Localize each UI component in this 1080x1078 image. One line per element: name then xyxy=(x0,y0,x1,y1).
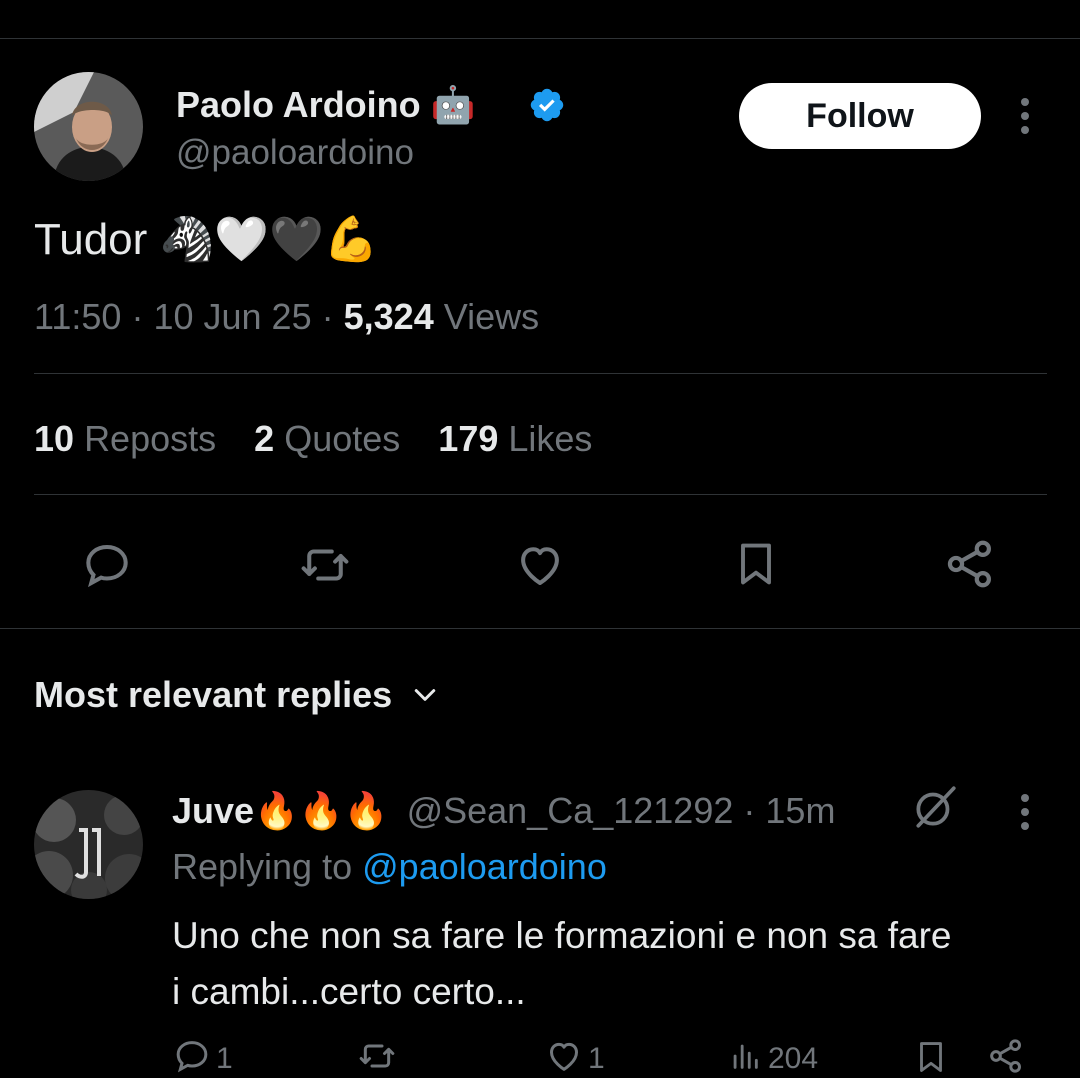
reply-like-button[interactable]: 1 xyxy=(544,1036,605,1076)
tweet-time[interactable]: 11:50 xyxy=(34,296,121,337)
more-options-icon[interactable] xyxy=(1012,96,1038,136)
reply-text: Uno che non sa fare le formazioni e non … xyxy=(172,908,952,1020)
stats-top-divider xyxy=(34,373,1047,374)
reply-repost-button[interactable] xyxy=(356,1036,398,1076)
author-avatar[interactable] xyxy=(34,72,143,181)
quotes-stat[interactable]: 2 Quotes xyxy=(254,418,410,459)
views-count: 5,324 xyxy=(343,296,434,337)
reply-views-button[interactable]: 204 xyxy=(728,1036,818,1076)
reply-comment-count: 1 xyxy=(216,1042,233,1075)
bookmark-icon[interactable] xyxy=(730,535,782,593)
replies-sort-dropdown[interactable]: Most relevant replies xyxy=(34,674,440,716)
verified-badge-icon xyxy=(528,86,566,124)
reply-comment-button[interactable]: 1 xyxy=(172,1036,233,1076)
author-name-text[interactable]: Paolo Ardoino xyxy=(176,84,421,125)
fire-emojis: 🔥🔥🔥 xyxy=(254,790,389,831)
reply-like-count: 1 xyxy=(588,1042,605,1075)
reply-separator: · xyxy=(743,790,756,831)
reply-bookmark-icon xyxy=(920,1042,942,1072)
reply-text-line: i cambi...certo certo... xyxy=(172,971,526,1012)
tweet-text: Tudor 🦓🤍🖤💪 xyxy=(34,213,379,265)
replies-sort-label: Most relevant replies xyxy=(34,674,393,715)
section-divider xyxy=(0,628,1080,629)
meta-separator: · xyxy=(321,296,334,337)
reply-header: Juve🔥🔥🔥 @Sean_Ca_121292 · 15m xyxy=(172,790,835,832)
tweet-emojis: 🦓🤍🖤💪 xyxy=(159,215,379,264)
replying-to-handle[interactable]: @paoloardoino xyxy=(362,846,607,887)
reply-comment-icon xyxy=(176,1041,208,1073)
stats-row: 10 Reposts 2 Quotes 179 Likes xyxy=(34,418,592,460)
likes-count: 179 xyxy=(438,418,499,459)
reposts-count: 10 xyxy=(34,418,75,459)
tweet-date[interactable]: 10 Jun 25 xyxy=(153,296,311,337)
quotes-count: 2 xyxy=(254,418,275,459)
tweet-text-body: Tudor xyxy=(34,215,148,264)
reply-author-name[interactable]: Juve xyxy=(172,790,254,831)
reply-avatar[interactable] xyxy=(34,790,143,899)
reply-author-handle[interactable]: @Sean_Ca_121292 xyxy=(407,790,734,831)
replying-to: Replying to @paoloardoino xyxy=(172,846,607,888)
reply-repost-icon xyxy=(359,1044,395,1068)
chevron-down-icon xyxy=(410,680,440,710)
reply-time[interactable]: 15m xyxy=(765,790,835,831)
reply-views-count: 204 xyxy=(768,1042,819,1075)
views-label: Views xyxy=(443,296,540,337)
likes-stat[interactable]: 179 Likes xyxy=(438,418,592,459)
reposts-label: Reposts xyxy=(84,418,217,459)
views-chart-icon xyxy=(733,1044,758,1069)
reply-bookmark-button[interactable] xyxy=(912,1036,950,1078)
robot-emoji: 🤖 xyxy=(430,84,476,125)
share-icon[interactable] xyxy=(942,536,998,592)
reply-action-bar: 1 1 204 xyxy=(172,1036,1052,1076)
author-name[interactable]: Paolo Ardoino 🤖 xyxy=(176,84,476,126)
reply-more-options-icon[interactable] xyxy=(1012,792,1038,832)
reply-text-line: Uno che non sa fare le formazioni e non … xyxy=(172,915,952,956)
replying-to-prefix: Replying to xyxy=(172,846,353,887)
follow-button[interactable]: Follow xyxy=(739,83,981,149)
reply-icon[interactable] xyxy=(80,538,134,592)
like-icon[interactable] xyxy=(513,538,567,592)
likes-label: Likes xyxy=(508,418,593,459)
author-handle[interactable]: @paoloardoino xyxy=(176,133,414,173)
reposts-stat[interactable]: 10 Reposts xyxy=(34,418,226,459)
stats-bottom-divider xyxy=(34,494,1047,495)
repost-icon[interactable] xyxy=(296,538,354,592)
quotes-label: Quotes xyxy=(284,418,401,459)
tweet-meta: 11:50 · 10 Jun 25 · 5,324 Views xyxy=(34,296,539,338)
reply-like-icon xyxy=(550,1042,578,1071)
reply-share-icon xyxy=(990,1039,1021,1073)
meta-separator: · xyxy=(131,296,144,337)
top-divider xyxy=(0,38,1080,39)
reply-share-button[interactable] xyxy=(986,1036,1026,1076)
grok-icon[interactable] xyxy=(910,782,960,832)
